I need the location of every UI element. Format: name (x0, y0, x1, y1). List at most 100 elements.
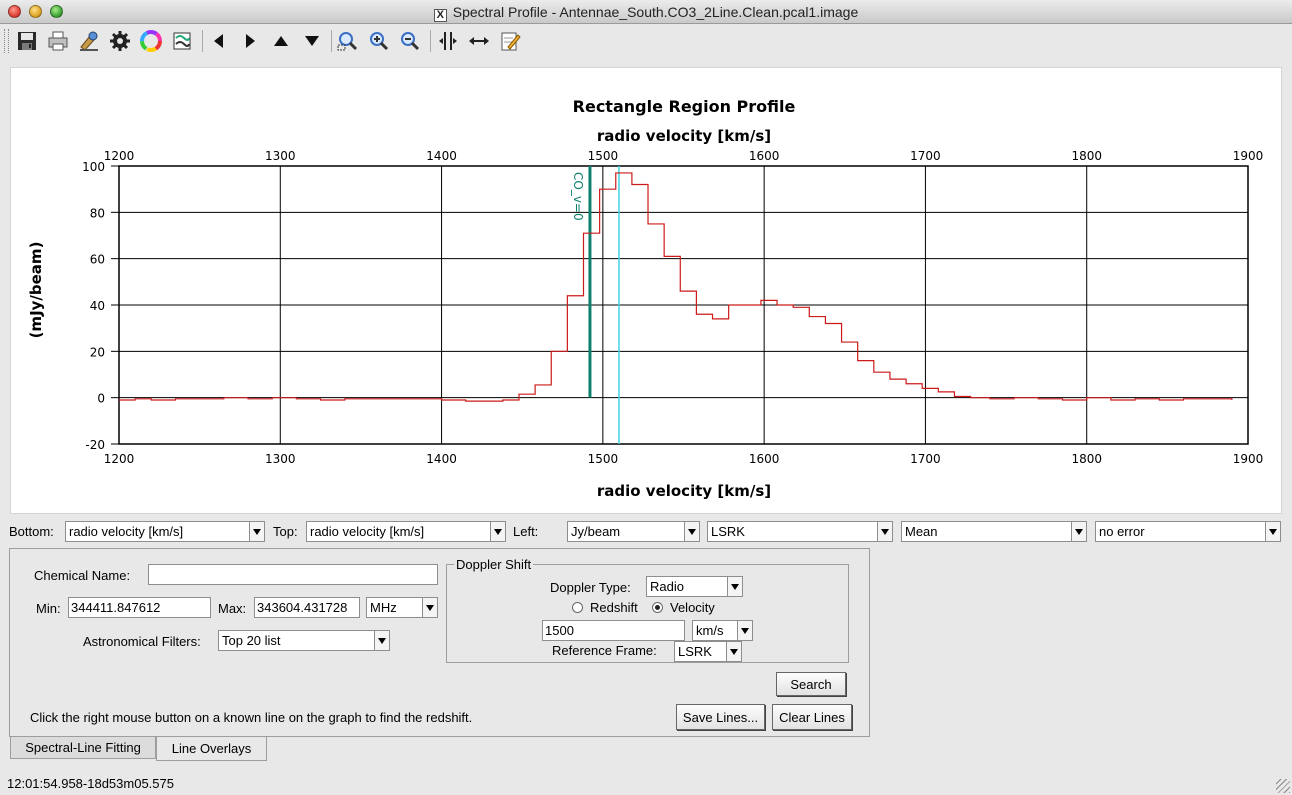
min-frequency-input[interactable]: 344411.847612 (68, 597, 211, 618)
axis-control-bar: Bottom: radio velocity [km/s] Top: radio… (0, 519, 1292, 543)
clear-lines-button[interactable]: Clear Lines (772, 704, 852, 730)
color-wheel-icon[interactable] (138, 28, 164, 54)
astronomical-filters-label: Astronomical Filters: (83, 634, 201, 649)
bottom-axis-select[interactable]: radio velocity [km/s] (65, 521, 265, 542)
statistic-select[interactable]: Mean (901, 521, 1087, 542)
astronomical-filters-value: Top 20 list (222, 633, 281, 648)
tab-line-overlays[interactable]: Line Overlays (156, 737, 267, 761)
frequency-unit-select[interactable]: MHz (366, 597, 438, 618)
bottom-axis-label-text: Bottom: (9, 524, 54, 539)
left-axis-unit-value: Jy/beam (571, 524, 621, 539)
reference-frame-select[interactable]: LSRK (674, 641, 742, 662)
tab-spectral-line-fitting[interactable]: Spectral-Line Fitting (10, 737, 156, 759)
doppler-type-value: Radio (650, 579, 684, 594)
top-tick-label: 1900 (1233, 149, 1264, 163)
doppler-value-input[interactable]: 1500 (542, 620, 685, 641)
chevron-down-icon (374, 631, 389, 650)
bottom-tick-label: 1600 (749, 452, 780, 466)
doppler-unit-value: km/s (696, 623, 724, 638)
doppler-shift-legend: Doppler Shift (454, 557, 534, 572)
arrow-up-icon[interactable] (268, 28, 294, 54)
y-tick-label: 0 (97, 392, 105, 406)
doppler-type-select[interactable]: Radio (646, 576, 743, 597)
toolbar (0, 24, 1292, 58)
bottom-tick-label: 1700 (910, 452, 941, 466)
bottom-tick-label: 1900 (1233, 452, 1264, 466)
settings-gear-icon[interactable] (107, 28, 133, 54)
top-axis-select[interactable]: radio velocity [km/s] (306, 521, 506, 542)
chevron-down-icon (1265, 522, 1280, 541)
bottom-axis-select-value: radio velocity [km/s] (69, 524, 184, 539)
chevron-down-icon (684, 522, 699, 541)
annotate-icon[interactable] (497, 28, 523, 54)
arrow-right-icon[interactable] (237, 28, 263, 54)
reference-frame-value: LSRK (678, 644, 712, 659)
frame-select[interactable]: LSRK (707, 521, 893, 542)
velocity-radio-label: Velocity (670, 600, 715, 615)
astronomical-filters-select[interactable]: Top 20 list (218, 630, 390, 651)
bottom-tick-label: 1300 (265, 452, 296, 466)
redshift-hint-text: Click the right mouse button on a known … (30, 710, 473, 725)
spectral-profile-series (119, 172, 1233, 402)
chemical-name-input[interactable] (148, 564, 438, 585)
line-overlays-panel: Chemical Name: Min: 344411.847612 Max: 3… (9, 548, 870, 737)
zoom-out-icon[interactable] (397, 28, 423, 54)
top-tick-label: 1300 (265, 149, 296, 163)
chemical-name-label: Chemical Name: (34, 568, 131, 583)
save-icon[interactable] (14, 28, 40, 54)
redshift-radio[interactable] (572, 602, 583, 613)
bottom-axis-label: radio velocity [km/s] (597, 482, 771, 500)
window-resize-grip[interactable] (1276, 779, 1290, 793)
frame-select-value: LSRK (711, 524, 745, 539)
doppler-type-label: Doppler Type: (550, 580, 631, 595)
error-select-value: no error (1099, 524, 1145, 539)
toolbar-separator (331, 30, 332, 52)
error-select[interactable]: no error (1095, 521, 1281, 542)
window-titlebar: X Spectral Profile - Antennae_South.CO3_2… (0, 0, 1292, 24)
arrow-down-icon[interactable] (299, 28, 325, 54)
preferences-icon[interactable] (76, 28, 102, 54)
x11-app-icon: X (433, 9, 447, 22)
chevron-down-icon (1071, 522, 1086, 541)
save-lines-button[interactable]: Save Lines... (676, 704, 765, 730)
velocity-radio[interactable] (652, 602, 663, 613)
legend-icon[interactable] (169, 28, 195, 54)
max-frequency-input[interactable]: 343604.431728 (254, 597, 360, 618)
bottom-tick-label: 1200 (104, 452, 135, 466)
chevron-down-icon (422, 598, 437, 617)
y-axis-label: (mJy/beam) (27, 242, 45, 339)
redshift-radio-label: Redshift (590, 600, 638, 615)
top-axis-select-value: radio velocity [km/s] (310, 524, 425, 539)
toolbar-separator (430, 30, 431, 52)
doppler-shift-group: Doppler Shift Doppler Type: Radio Redshi… (446, 557, 849, 663)
top-tick-label: 1800 (1071, 149, 1102, 163)
status-coordinates: 12:01:54.958-18d53m05.575 (7, 776, 174, 791)
arrow-left-icon[interactable] (206, 28, 232, 54)
window-title: Spectral Profile - Antennae_South.CO3_2L… (452, 4, 859, 20)
frequency-unit-value: MHz (370, 600, 397, 615)
min-label: Min: (36, 601, 61, 616)
bottom-tick-label: 1500 (588, 452, 619, 466)
top-axis-label: radio velocity [km/s] (597, 127, 771, 145)
toolbar-separator (202, 30, 203, 52)
zoom-range-icon[interactable] (335, 28, 361, 54)
search-button[interactable]: Search (776, 672, 846, 696)
chevron-down-icon (490, 522, 505, 541)
doppler-unit-select[interactable]: km/s (692, 620, 753, 641)
spectral-profile-chart[interactable]: Rectangle Region Profile radio velocity … (11, 68, 1283, 515)
print-icon[interactable] (45, 28, 71, 54)
chart-title: Rectangle Region Profile (573, 97, 796, 116)
y-tick-label: 40 (90, 299, 105, 313)
toolbar-grip[interactable] (4, 29, 9, 53)
reference-frame-label: Reference Frame: (552, 643, 657, 658)
range-select-icon[interactable] (435, 28, 461, 54)
bottom-tick-label: 1400 (426, 452, 457, 466)
top-tick-label: 1600 (749, 149, 780, 163)
left-axis-unit-select[interactable]: Jy/beam (567, 521, 700, 542)
bottom-tick-label: 1800 (1071, 452, 1102, 466)
horizontal-stretch-icon[interactable] (466, 28, 492, 54)
max-label: Max: (218, 601, 247, 616)
plot-panel[interactable]: Rectangle Region Profile radio velocity … (10, 67, 1282, 514)
left-axis-label-text: Left: (513, 524, 539, 539)
zoom-in-icon[interactable] (366, 28, 392, 54)
